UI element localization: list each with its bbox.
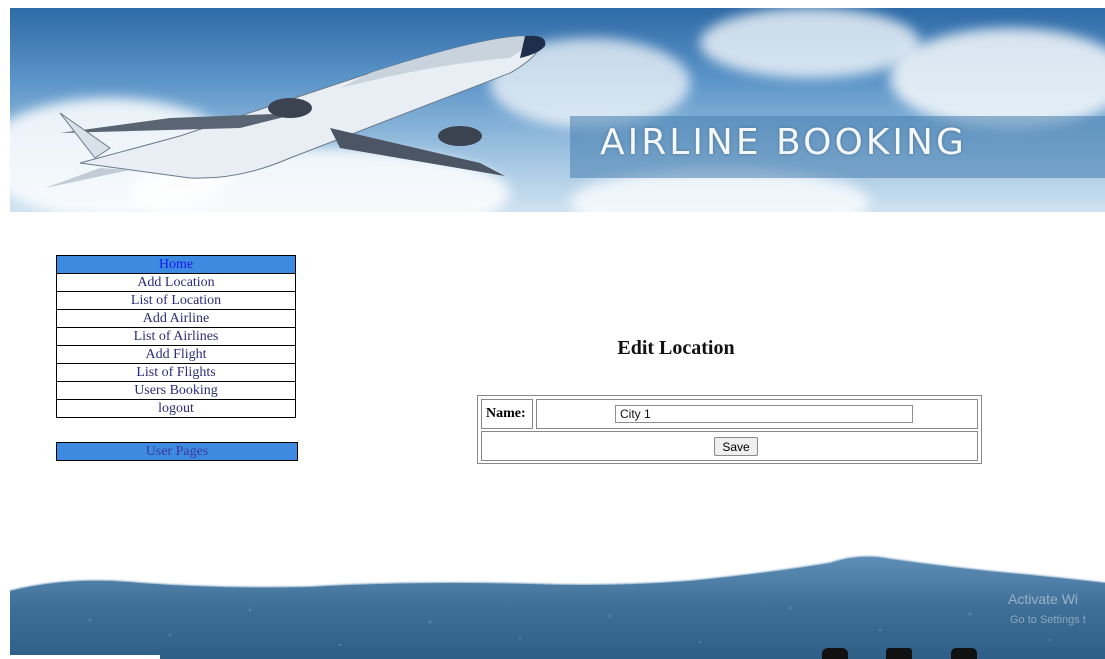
- form-row-name: Name:: [481, 399, 978, 429]
- menu-item-list-of-location[interactable]: List of Location: [56, 292, 296, 310]
- header-banner: AIRLINE BOOKING: [10, 8, 1105, 212]
- name-cell: [536, 399, 978, 429]
- menu-item-home[interactable]: Home: [56, 255, 296, 274]
- footer-paint-strip: [10, 554, 1105, 659]
- activate-windows-watermark: Activate Wi: [1008, 591, 1079, 607]
- name-label: Name:: [481, 399, 533, 429]
- twitter-icon[interactable]: [822, 648, 848, 659]
- location-name-input[interactable]: [615, 405, 913, 423]
- save-button[interactable]: Save: [714, 437, 758, 456]
- menu-item-logout[interactable]: logout: [56, 400, 296, 418]
- footer-banner: [10, 550, 1105, 659]
- cloud-shape: [700, 8, 920, 78]
- facebook-icon[interactable]: [886, 648, 912, 659]
- menu-item-list-of-flights[interactable]: List of Flights: [56, 364, 296, 382]
- page-title: Edit Location: [617, 337, 735, 359]
- form-row-actions: Save: [481, 431, 978, 461]
- footer-blank-box: [10, 655, 160, 659]
- instagram-icon[interactable]: [951, 648, 977, 659]
- menu-item-list-of-airlines[interactable]: List of Airlines: [56, 328, 296, 346]
- cloud-shape: [890, 28, 1105, 128]
- menu-item-users-booking[interactable]: Users Booking: [56, 382, 296, 400]
- menu-item-add-location[interactable]: Add Location: [56, 274, 296, 292]
- airplane-image: [45, 35, 546, 188]
- edit-location-form: Name: Save: [477, 395, 982, 464]
- activate-windows-hint: Go to Settings t: [1010, 614, 1086, 626]
- user-pages-link[interactable]: User Pages: [56, 442, 298, 461]
- menu-item-add-flight[interactable]: Add Flight: [56, 346, 296, 364]
- site-title: AIRLINE BOOKING: [600, 122, 967, 163]
- admin-menu: Home Add Location List of Location Add A…: [56, 255, 296, 418]
- menu-item-add-airline[interactable]: Add Airline: [56, 310, 296, 328]
